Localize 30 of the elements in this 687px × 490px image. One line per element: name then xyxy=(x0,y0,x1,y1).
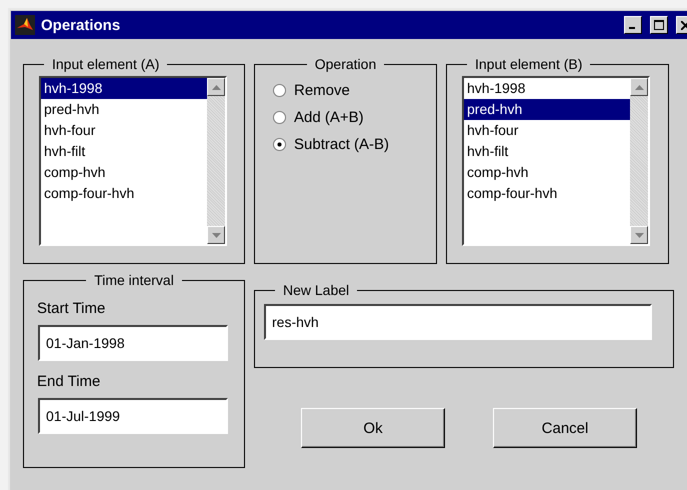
list-item[interactable]: comp-hvh xyxy=(464,162,630,183)
radio-option[interactable]: Add (A+B) xyxy=(273,109,436,126)
group-title: Input element (B) xyxy=(474,56,584,72)
field-label: End Time xyxy=(37,373,102,390)
list-box[interactable]: hvh-1998 pred-hvh hvh-four hvh-filt comp-hvh comp-four-hvh xyxy=(39,76,227,246)
list-item[interactable]: hvh-1998 xyxy=(41,78,207,99)
list-item[interactable]: hvh-filt xyxy=(464,141,630,162)
dialog-button[interactable]: Ok xyxy=(301,408,445,448)
date-field[interactable]: 01-Jul-1999 xyxy=(38,398,228,434)
list-item[interactable]: hvh-1998 xyxy=(464,78,630,99)
list-item[interactable]: pred-hvh xyxy=(464,99,630,120)
list-box[interactable]: hvh-1998 pred-hvh hvh-four hvh-filt comp-hvh comp-four-hvh xyxy=(462,76,650,246)
group-title: Time interval xyxy=(93,272,175,288)
list-item[interactable]: comp-four-hvh xyxy=(464,183,630,204)
group-title: Input element (A) xyxy=(51,56,160,72)
list-item[interactable]: comp-hvh xyxy=(41,162,207,183)
window-title: Operations xyxy=(41,16,122,34)
radio-option[interactable]: Remove xyxy=(273,82,436,99)
dialog-button[interactable]: Cancel xyxy=(493,408,637,448)
radio-option[interactable]: Subtract (A-B) xyxy=(273,136,436,153)
label-field[interactable]: res-hvh xyxy=(264,304,652,340)
list-item[interactable]: hvh-four xyxy=(464,120,630,141)
group-title: New Label xyxy=(282,282,350,298)
list-item[interactable]: hvh-four xyxy=(41,120,207,141)
group-title: Operation xyxy=(314,56,378,72)
list-item[interactable]: pred-hvh xyxy=(41,99,207,120)
list-item[interactable]: hvh-filt xyxy=(41,141,207,162)
list-item[interactable]: comp-four-hvh xyxy=(41,183,207,204)
date-field[interactable]: 01-Jan-1998 xyxy=(38,325,228,361)
field-label: Start Time xyxy=(37,300,106,317)
